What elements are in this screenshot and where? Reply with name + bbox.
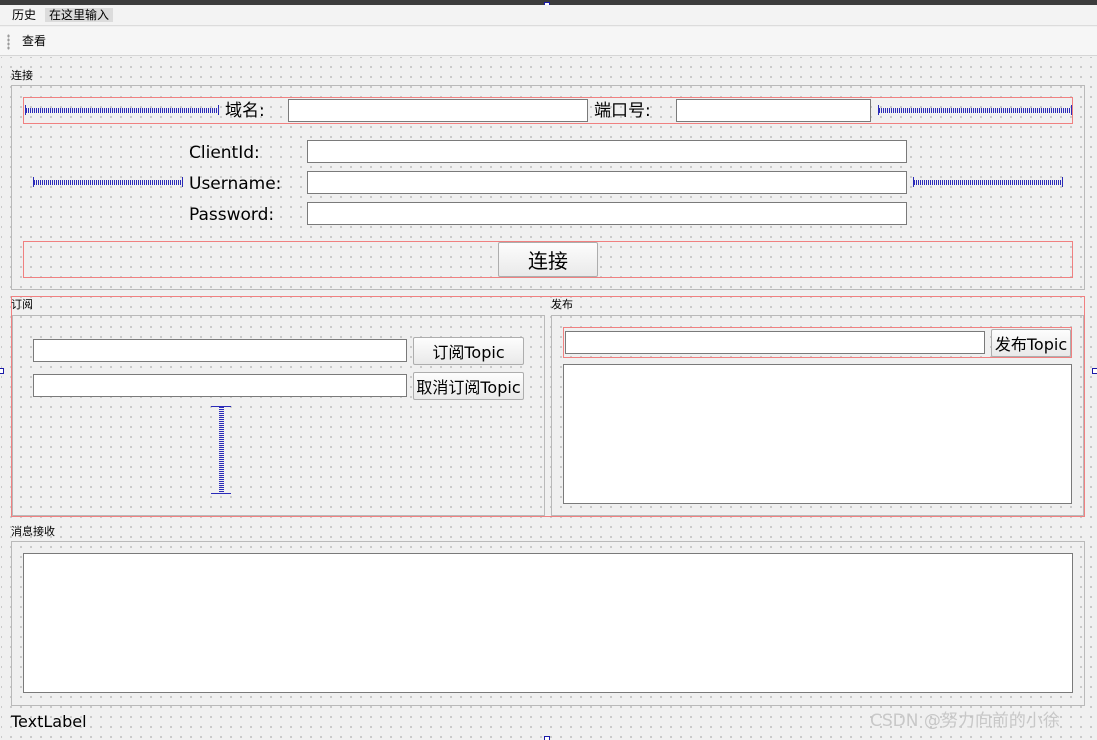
publish-message-textarea[interactable] xyxy=(563,364,1072,504)
view-button[interactable]: 查看 xyxy=(22,34,46,49)
client-id-input[interactable] xyxy=(307,140,907,163)
client-id-label: ClientId: xyxy=(189,143,260,163)
connect-button[interactable]: 连接 xyxy=(498,242,598,277)
menu-bar: 历史 在这里输入 xyxy=(0,5,1097,26)
host-right-spacer xyxy=(878,105,1072,115)
receive-group-title: 消息接收 xyxy=(11,525,55,538)
received-messages-textarea[interactable] xyxy=(23,553,1073,693)
publish-topic-input[interactable] xyxy=(565,331,985,354)
selection-handle-bottom[interactable] xyxy=(544,736,550,740)
domain-label: 域名: xyxy=(225,101,265,121)
selection-handle-right[interactable] xyxy=(1092,368,1097,374)
host-left-spacer xyxy=(25,105,219,115)
unsubscribe-button[interactable]: 取消订阅Topic xyxy=(413,372,524,400)
publish-group-title: 发布 xyxy=(551,298,573,311)
domain-input[interactable] xyxy=(288,99,588,122)
auth-left-spacer xyxy=(33,177,183,187)
publish-button[interactable]: 发布Topic xyxy=(991,329,1071,357)
selection-handle-left[interactable] xyxy=(0,368,4,374)
subscribe-vertical-spacer xyxy=(211,406,231,494)
subscribe-topic-input[interactable] xyxy=(33,339,407,362)
subscribe-group-title: 订阅 xyxy=(11,298,33,311)
csdn-watermark: CSDN @努力向前的小徐 xyxy=(870,711,1060,731)
status-text-label: TextLabel xyxy=(11,712,87,731)
username-label: Username: xyxy=(189,174,282,194)
password-input[interactable] xyxy=(307,202,907,225)
password-label: Password: xyxy=(189,205,275,225)
port-label: 端口号: xyxy=(594,101,651,121)
toolbar-grip-icon[interactable] xyxy=(7,34,10,50)
subscribe-button[interactable]: 订阅Topic xyxy=(413,337,524,365)
toolbar: 查看 xyxy=(0,27,1097,56)
auth-right-spacer xyxy=(913,177,1063,187)
menu-type-here[interactable]: 在这里输入 xyxy=(45,8,114,22)
unsubscribe-topic-input[interactable] xyxy=(33,374,407,397)
username-input[interactable] xyxy=(307,171,907,194)
connect-group-title: 连接 xyxy=(11,69,33,82)
port-input[interactable] xyxy=(676,99,871,122)
menu-history[interactable]: 历史 xyxy=(8,8,40,22)
